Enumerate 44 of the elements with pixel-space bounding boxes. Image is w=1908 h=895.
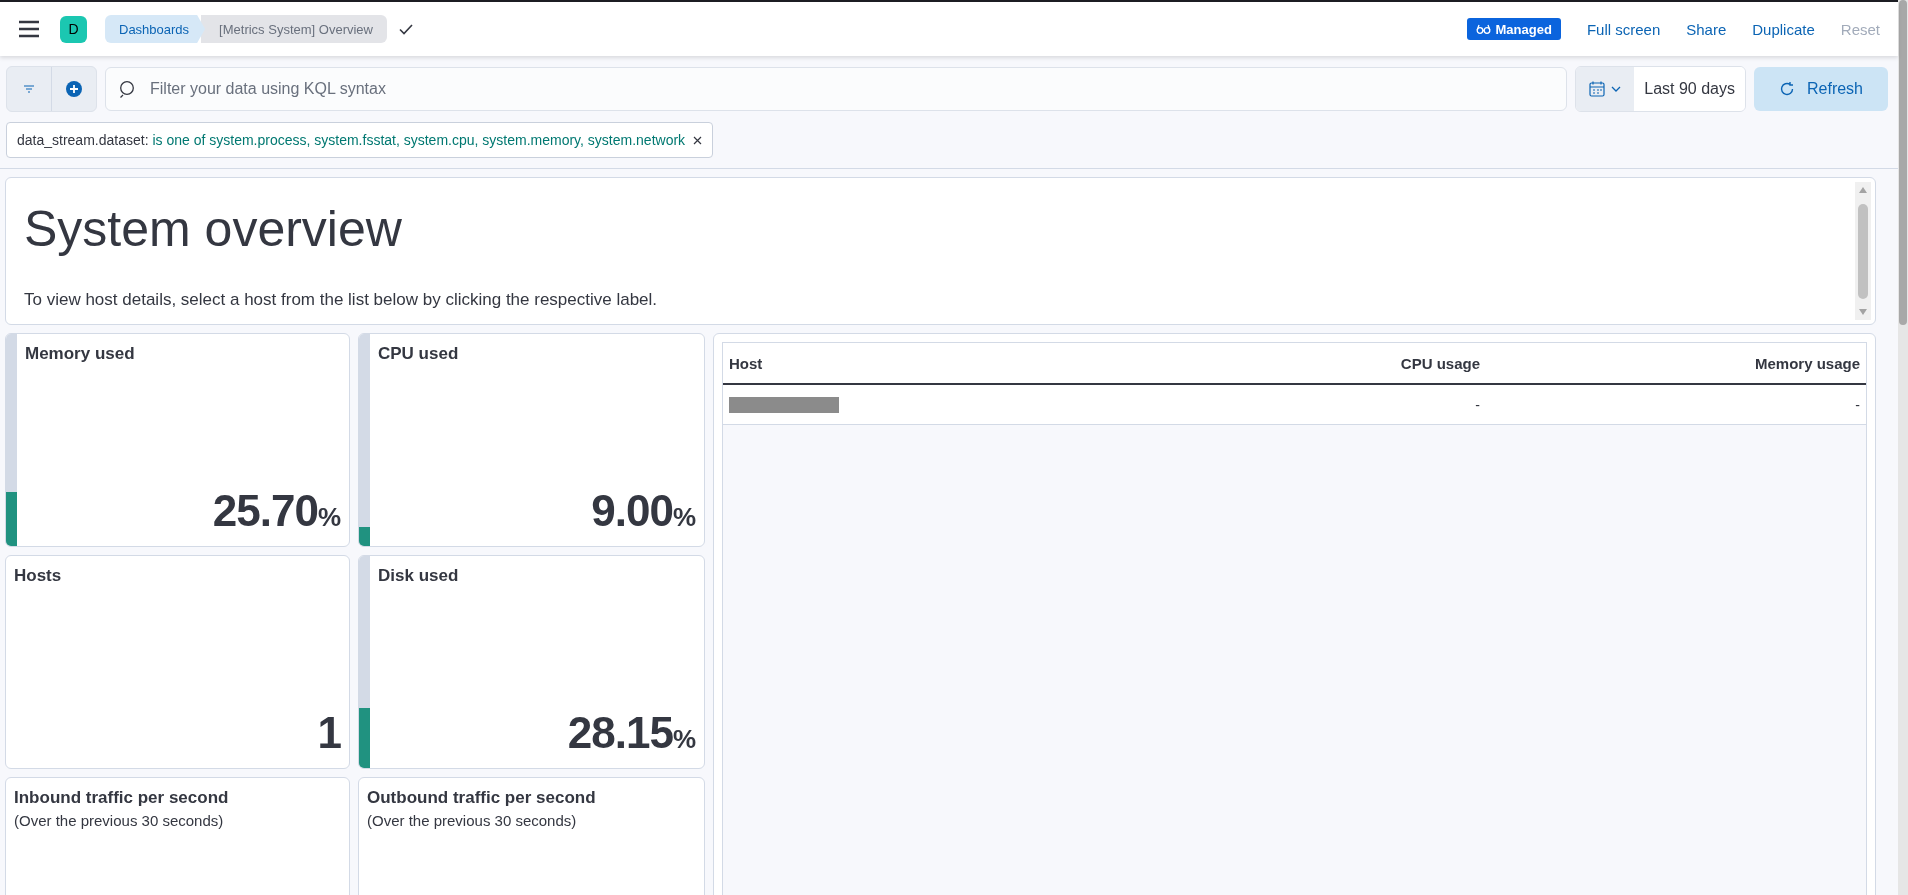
calendar-icon[interactable] [1576,67,1635,111]
query-field[interactable]: Filter your data using KQL syntax [105,67,1568,111]
metric-value: 1 [317,708,341,758]
scroll-down-icon[interactable] [1858,308,1868,316]
managed-badge: Managed [1466,18,1561,40]
search-icon [119,80,137,98]
metric-title: Outbound traffic per second [367,788,597,808]
metric-unit: % [672,502,696,533]
column-header[interactable]: Host [729,354,1100,372]
metric-title: Disk used [378,566,460,586]
metric-unit: % [672,724,696,755]
breadcrumb[interactable]: [Metrics System] Overview [201,15,387,43]
refresh-icon [1779,81,1795,97]
intro-text: To view host details, select a host from the list below by clicking the respective label. [24,290,659,310]
table-cell-text: - [1474,396,1480,413]
checkmark-icon[interactable] [398,23,413,35]
metric-value: 25.70 [212,486,318,536]
column-header[interactable]: Memory usage [1480,354,1860,372]
breadcrumb[interactable]: Dashboards [105,15,206,43]
scrollbar[interactable] [1855,182,1871,320]
header-link[interactable]: Duplicate [1752,20,1815,38]
metric-value: 9.00 [591,486,673,536]
metric-title: Inbound traffic per second [14,788,230,808]
space-avatar[interactable]: D [60,15,87,43]
table-cell-text: - [1854,396,1860,413]
metric-subtitle: (Over the previous 30 seconds) [367,812,578,829]
scroll-up-icon[interactable] [1858,186,1868,194]
metric-subtitle: (Over the previous 30 seconds) [14,812,225,829]
metric-value: 28.15 [567,708,673,758]
dashboard-heading: System overview [24,200,403,258]
filter-pill[interactable]: data_stream.dataset: is one of system.process, system.fsstat, system.cpu, system.memory, system.network [6,122,714,158]
metric-unit: % [317,502,341,533]
close-icon[interactable] [693,135,703,145]
page-scrollbar[interactable] [1898,0,1908,895]
column-header[interactable]: CPU usage [1100,354,1480,372]
metric-title: Hosts [14,566,63,586]
metric-title: Memory used [25,344,136,364]
time-range-label[interactable]: Last 90 days [1634,67,1745,111]
metric-title: CPU used [378,344,460,364]
header-link[interactable]: Share [1686,20,1727,38]
filter-text: data_stream.dataset: is one of system.process, system.fsstat, system.cpu, system.memory, system.network [17,132,686,148]
refresh-button[interactable]: Refresh [1754,67,1888,111]
header-link[interactable]: Full screen [1586,20,1661,38]
menu-icon[interactable] [18,20,40,38]
